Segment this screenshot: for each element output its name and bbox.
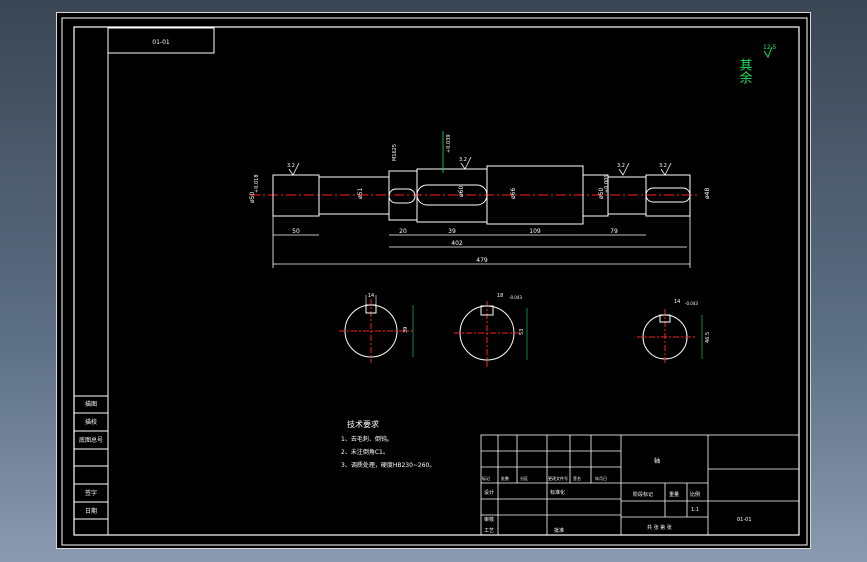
section-3-tol: -0.043 — [685, 301, 698, 306]
tb-scale-label: 比例 — [690, 491, 700, 498]
roughness-4: 3.2 — [659, 163, 667, 169]
tb-h1: 标记 — [482, 475, 490, 481]
drawing-no-reversed: 01-01 — [152, 39, 170, 46]
dim-length-5: 79 — [610, 228, 618, 235]
left-panel-row-6: 日期 — [85, 507, 97, 515]
tech-req-item-1: 1、去毛刺、倒钝。 — [341, 435, 393, 443]
tb-process: 工艺 — [484, 528, 494, 534]
dim-tolerance-2: +0.009 — [604, 174, 610, 193]
tb-drawing-no: 01-01 — [737, 517, 752, 523]
dim-length-subtotal: 402 — [451, 240, 463, 247]
section-2-tol: -0.043 — [509, 295, 522, 300]
dim-length-1: 50 — [292, 228, 300, 235]
dim-length-4: 109 — [529, 228, 541, 235]
dim-tolerance-1: +0.018 — [254, 174, 260, 193]
title-block-text: 标记 处数 分区 更改文件号 签名 年月日 设计 标准化 审核 工艺 批准 轴 … — [482, 457, 752, 534]
finish-note-roughness: 12.5 — [763, 44, 777, 51]
section-3: 14 -0.043 46.5 — [637, 299, 711, 365]
dim-length-total: 479 — [476, 257, 488, 264]
section-2: 18 -0.043 53 — [454, 293, 528, 367]
tb-stage-label: 阶段标记 — [633, 491, 653, 498]
left-panel-row-1: 描图 — [85, 400, 97, 408]
section-1-width: 14 — [368, 293, 374, 299]
tech-req-item-2: 2、未注倒角C1。 — [341, 448, 389, 456]
section-3-depth: 46.5 — [705, 332, 711, 343]
section-1: 14 39 — [339, 293, 414, 363]
tb-h3: 分区 — [520, 475, 528, 481]
dim-keyway-width: M1625 — [392, 144, 398, 161]
shaft-main-view: 50 20 39 109 79 402 479 ø50 ø51 ø60 ø66 … — [249, 131, 711, 268]
dim-diameter-3: ø60 — [458, 186, 465, 197]
drawing-canvas: 01-01 描图 描校 底图总号 签字 日期 其余 12.5 50 20 39 … — [61, 17, 808, 546]
finish-note: 其余 12.5 — [737, 44, 777, 84]
section-2-width: 18 — [497, 293, 503, 299]
tb-designer: 设计 — [484, 489, 494, 496]
finish-note-label: 其余 — [737, 58, 753, 84]
dim-length-3: 39 — [448, 228, 456, 235]
tb-h6: 年月日 — [595, 475, 607, 481]
left-panel: 描图 描校 底图总号 签字 日期 — [73, 395, 109, 536]
tb-h4: 更改文件号 — [548, 475, 568, 481]
section-3-width: 14 — [674, 299, 680, 305]
tech-requirements: 技术要求 1、去毛刺、倒钝。 2、未注倒角C1。 3、调质处理，硬度HB230~… — [341, 419, 435, 469]
section-1-depth: 39 — [403, 327, 409, 333]
roughness-1: 3.2 — [287, 163, 295, 169]
tb-approve: 批准 — [554, 527, 564, 534]
tb-h5: 签名 — [573, 475, 581, 481]
dim-diameter-6: ø48 — [704, 188, 711, 199]
left-panel-row-3: 底图总号 — [79, 436, 103, 444]
dim-tolerance-3: +0.039 — [446, 134, 452, 153]
tb-weight-label: 重量 — [669, 491, 679, 498]
roughness-2: 3.2 — [459, 157, 467, 163]
tb-sheet: 共 张 第 张 — [647, 524, 672, 531]
tb-part-name: 轴 — [654, 457, 660, 465]
section-2-depth: 53 — [519, 329, 525, 335]
dim-diameter-4: ø66 — [510, 188, 517, 199]
dim-length-2: 20 — [399, 228, 407, 235]
tb-h2: 处数 — [501, 475, 509, 481]
tech-req-item-3: 3、调质处理，硬度HB230~260。 — [341, 461, 435, 469]
tb-standard: 标准化 — [550, 489, 565, 496]
dim-diameter-2: ø51 — [357, 188, 364, 199]
tb-checker: 审核 — [484, 516, 494, 523]
roughness-3: 3.2 — [617, 163, 625, 169]
tb-scale: 1:1 — [691, 507, 699, 513]
inner-frame — [73, 26, 800, 536]
cad-viewport[interactable]: 01-01 描图 描校 底图总号 签字 日期 其余 12.5 50 20 39 … — [56, 12, 811, 549]
left-panel-row-2: 描校 — [85, 418, 97, 426]
tech-req-title: 技术要求 — [347, 419, 379, 429]
left-panel-row-5: 签字 — [85, 489, 97, 497]
